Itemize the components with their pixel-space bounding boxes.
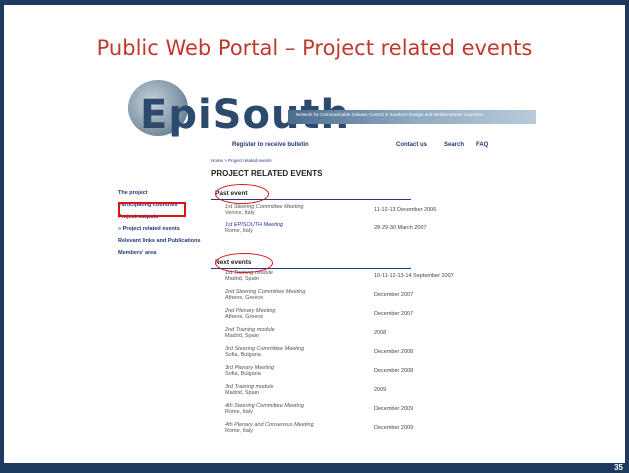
- event-date: December 2007: [374, 311, 414, 317]
- slide-frame-top: [0, 0, 629, 5]
- nav-register-bulletin[interactable]: Register to receive bulletin: [232, 142, 309, 148]
- nav-faq[interactable]: FAQ: [476, 142, 488, 148]
- event-place: Rome, Italy: [225, 428, 253, 434]
- nav-contact-us[interactable]: Contact us: [396, 142, 427, 148]
- next-events-annotation-ellipse: [215, 253, 273, 273]
- slide-title: Public Web Portal – Project related even…: [96, 36, 533, 60]
- sidebar-item-events[interactable]: » Project related events: [118, 226, 180, 232]
- slide-frame-left: [0, 0, 4, 473]
- event-place: Rome, Italy: [225, 409, 253, 415]
- event-place: Sofia, Bulgaria: [225, 352, 261, 358]
- sidebar-item-project[interactable]: The project: [118, 190, 148, 196]
- sidebar-item-members[interactable]: Members' area: [118, 250, 156, 256]
- breadcrumb[interactable]: Home > Project related events: [211, 158, 272, 163]
- event-date: 10-11-12-13-14 September 2007: [374, 273, 454, 279]
- event-date: 11-12-13 December 2006: [374, 207, 437, 213]
- page-heading: PROJECT RELATED EVENTS: [211, 169, 323, 178]
- event-place: Madrid, Spain: [225, 333, 259, 339]
- slide-frame-right: [625, 0, 629, 473]
- sidebar-annotation-box: [118, 202, 186, 217]
- slide: Public Web Portal – Project related even…: [0, 0, 629, 473]
- event-place: Athens, Greece: [225, 314, 264, 320]
- event-place: Sofia, Bulgaria: [225, 371, 261, 377]
- website-screenshot: EpiSouth Network for Communicable Diseas…: [118, 78, 536, 463]
- event-date: December 2008: [374, 349, 414, 355]
- event-place: Madrid, Spain: [225, 276, 259, 282]
- event-date: December 2008: [374, 368, 414, 374]
- past-event-annotation-ellipse: [215, 184, 269, 204]
- slide-footer-bar: [0, 463, 629, 473]
- event-date: December 2009: [374, 425, 414, 431]
- event-date: 2009: [374, 387, 387, 393]
- event-date: December 2007: [374, 292, 414, 298]
- event-place: Venice, Italy: [225, 210, 255, 216]
- event-place: Madrid, Spain: [225, 390, 259, 396]
- slide-number: 35: [614, 463, 623, 472]
- event-place: Rome, Italy: [225, 228, 253, 234]
- event-date: 28-29-30 March 2007: [374, 225, 427, 231]
- nav-search[interactable]: Search: [444, 142, 464, 148]
- event-date: 2008: [374, 330, 387, 336]
- site-tagline: Network for Communicable Disease Control…: [296, 112, 484, 117]
- event-date: December 2009: [374, 406, 414, 412]
- sidebar-item-links[interactable]: Relevant links and Publications: [118, 238, 201, 244]
- site-header: EpiSouth Network for Communicable Diseas…: [118, 78, 536, 138]
- event-place: Athens, Greece: [225, 295, 264, 301]
- top-navigation: Register to receive bulletin Contact us …: [218, 142, 536, 154]
